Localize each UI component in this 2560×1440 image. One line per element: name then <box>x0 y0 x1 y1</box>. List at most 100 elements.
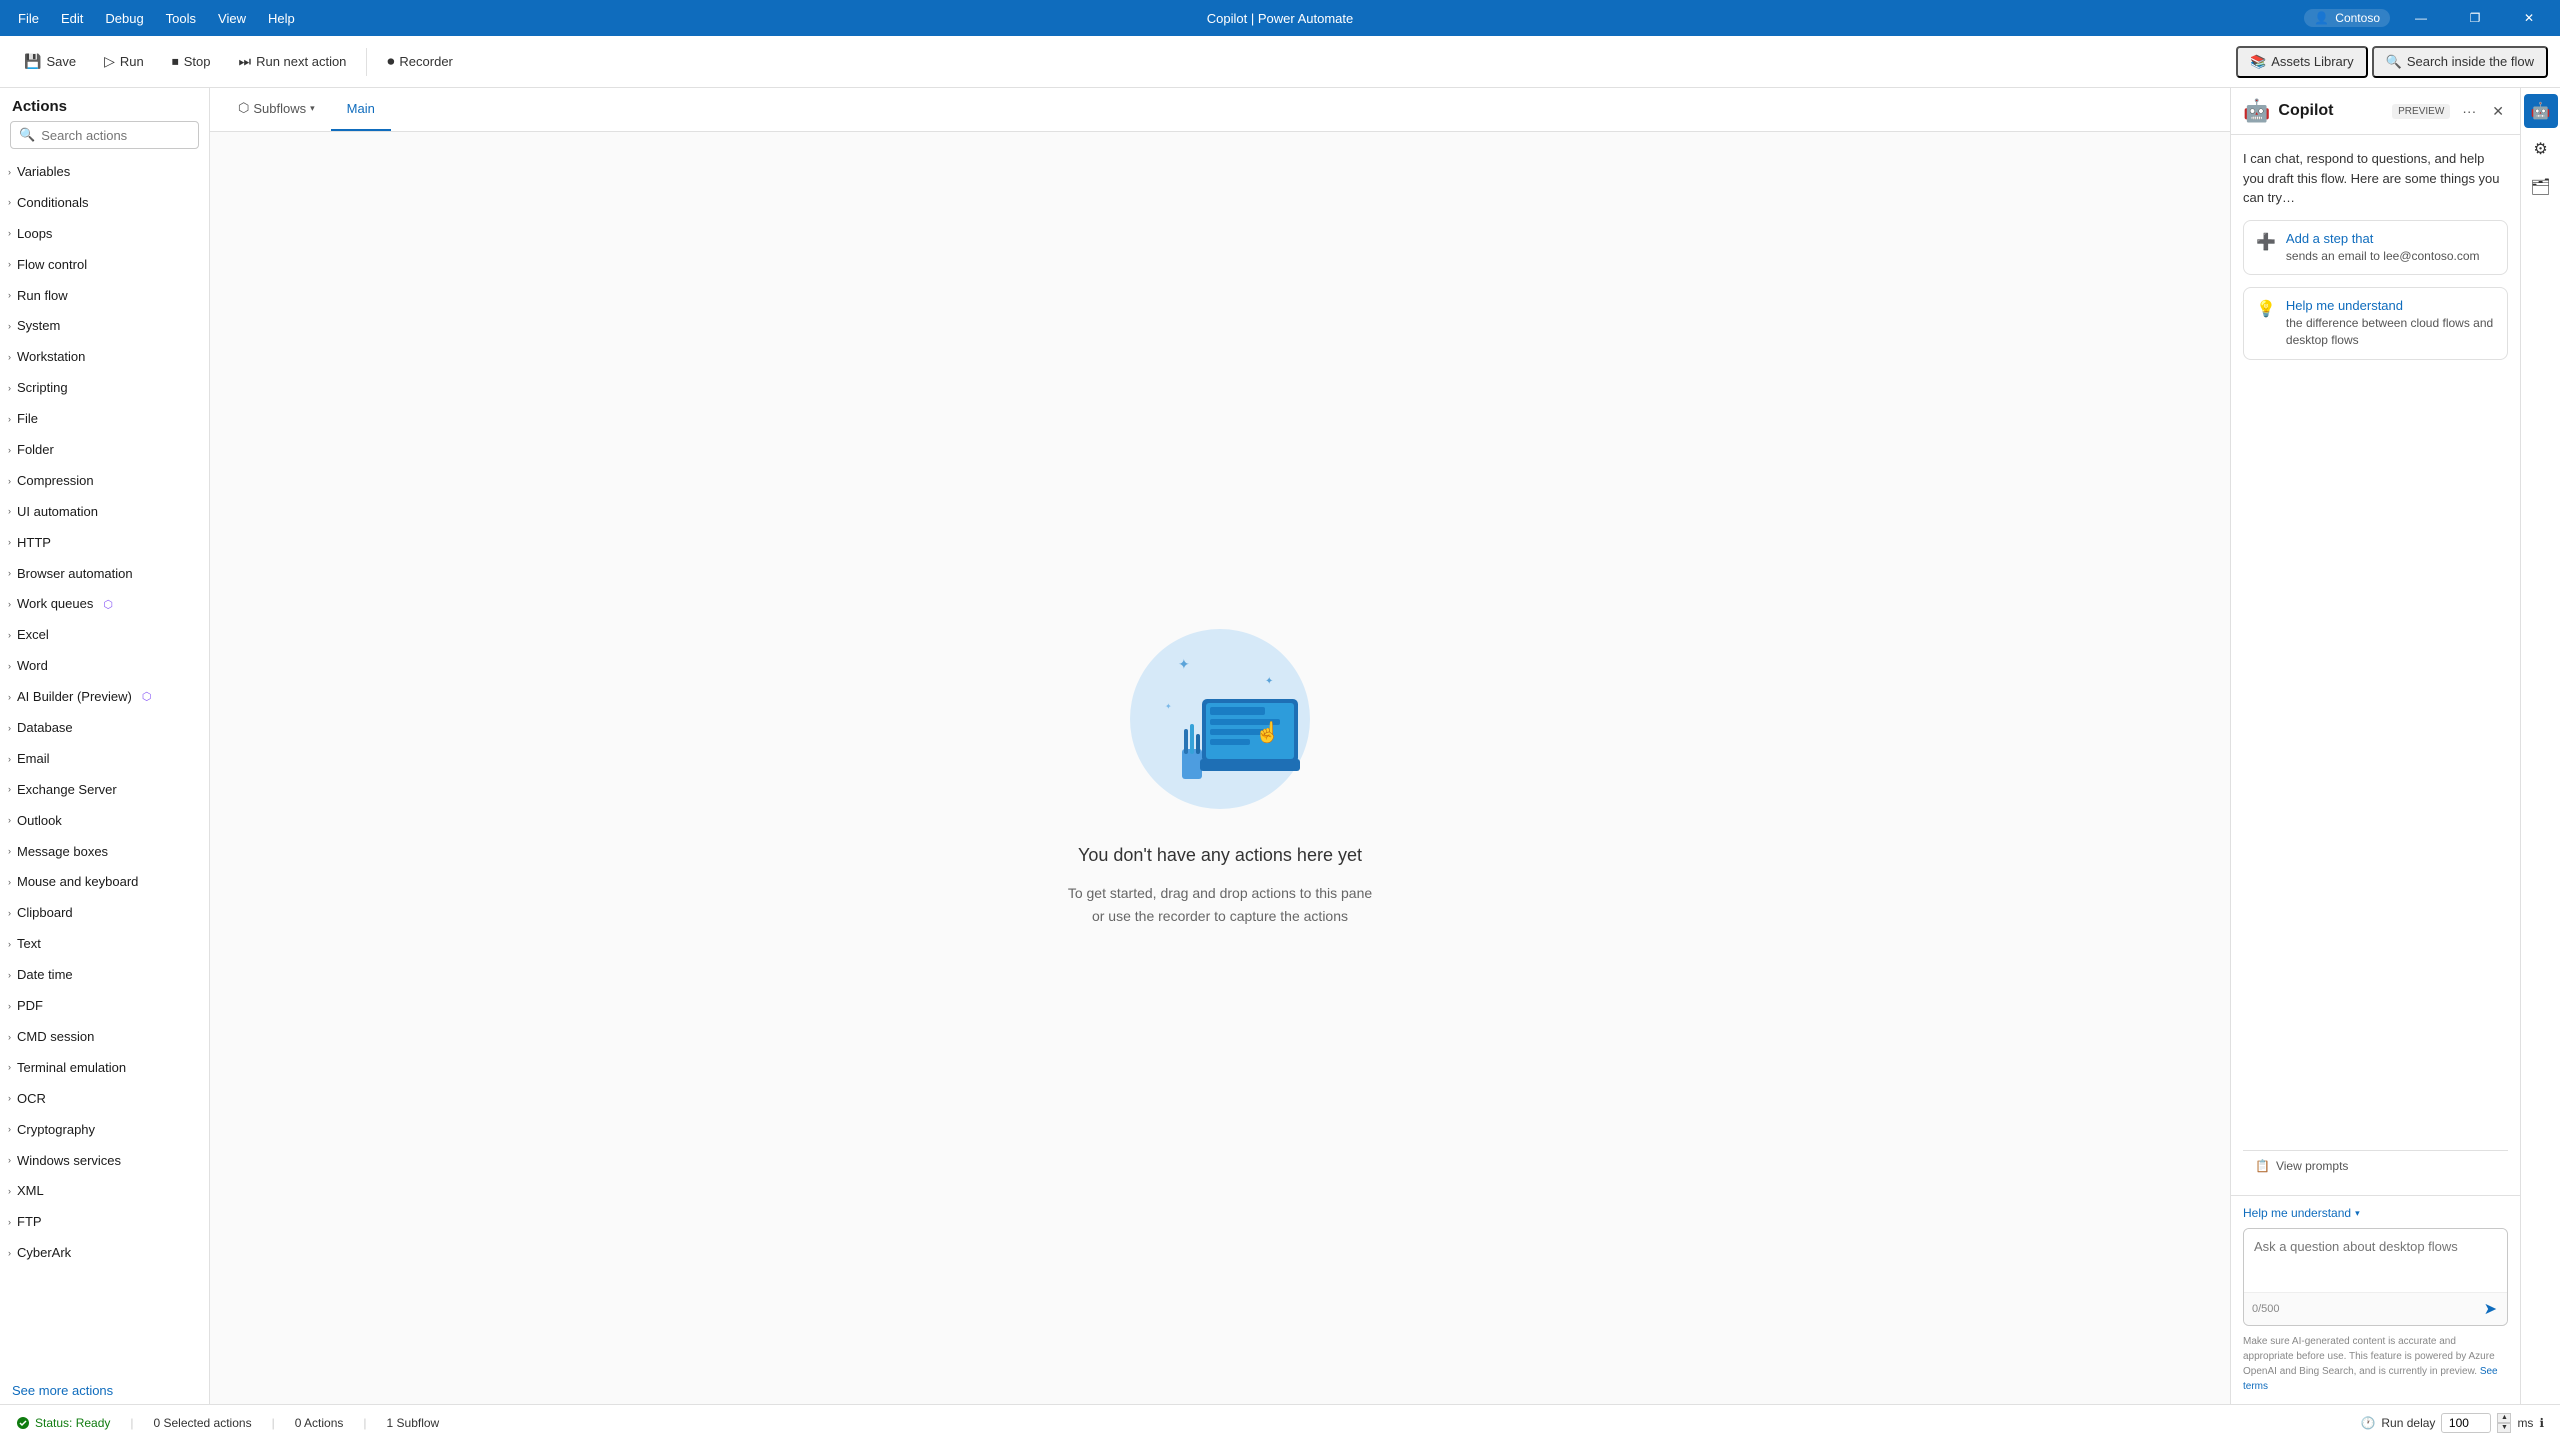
run-delay-down-button[interactable]: ▼ <box>2497 1423 2511 1433</box>
action-item-outlook[interactable]: ›Outlook <box>0 806 209 837</box>
prompts-icon: 📋 <box>2255 1159 2270 1173</box>
search-actions-input[interactable] <box>41 128 217 143</box>
see-more-actions-link[interactable]: See more actions <box>0 1377 209 1404</box>
subflows-tab[interactable]: ⬡ Subflows ▾ <box>222 88 331 131</box>
action-chevron-icon: › <box>8 321 11 333</box>
view-prompts-button[interactable]: 📋 View prompts <box>2243 1150 2508 1181</box>
main-tab[interactable]: Main <box>331 88 391 131</box>
save-button[interactable]: 💾 Save <box>12 47 88 76</box>
run-delay-unit: ms <box>2517 1416 2533 1430</box>
copilot-intro-text: I can chat, respond to questions, and he… <box>2243 149 2508 208</box>
action-item-ui-automation[interactable]: ›UI automation <box>0 497 209 528</box>
action-item-cmd-session[interactable]: ›CMD session <box>0 1022 209 1053</box>
disclaimer-text: Make sure AI-generated content is accura… <box>2243 1336 2495 1377</box>
run-delay-input[interactable] <box>2441 1413 2491 1433</box>
action-item-ai-builder-(preview)[interactable]: ›AI Builder (Preview)⬡ <box>0 682 209 713</box>
action-item-work-queues[interactable]: ›Work queues⬡ <box>0 589 209 620</box>
recorder-label: Recorder <box>399 54 452 69</box>
action-item-terminal-emulation[interactable]: ›Terminal emulation <box>0 1053 209 1084</box>
assets-library-button[interactable]: 📚 Assets Library <box>2236 46 2368 78</box>
ui-elements-sidebar-button[interactable]: 🗂 <box>2524 170 2558 204</box>
action-item-http[interactable]: ›HTTP <box>0 528 209 559</box>
action-item-system[interactable]: ›System <box>0 311 209 342</box>
action-label: PDF <box>17 998 43 1015</box>
action-label: Word <box>17 658 48 675</box>
menu-tools[interactable]: Tools <box>156 7 206 30</box>
menu-edit[interactable]: Edit <box>51 7 93 30</box>
copilot-more-options-button[interactable]: ··· <box>2458 99 2480 123</box>
action-item-text[interactable]: ›Text <box>0 929 209 960</box>
action-item-message-boxes[interactable]: ›Message boxes <box>0 837 209 868</box>
recorder-button[interactable]: ⏺ Recorder <box>375 47 464 76</box>
copilot-context-selector[interactable]: Help me understand ▾ <box>2243 1206 2508 1220</box>
action-item-windows-services[interactable]: ›Windows services <box>0 1146 209 1177</box>
close-button[interactable]: ✕ <box>2506 0 2552 36</box>
action-item-compression[interactable]: ›Compression <box>0 466 209 497</box>
actions-count: 0 Actions <box>295 1416 344 1430</box>
action-item-folder[interactable]: ›Folder <box>0 435 209 466</box>
action-item-exchange-server[interactable]: ›Exchange Server <box>0 775 209 806</box>
action-item-run-flow[interactable]: ›Run flow <box>0 281 209 312</box>
action-item-mouse-and-keyboard[interactable]: ›Mouse and keyboard <box>0 867 209 898</box>
run-next-button[interactable]: ⏭ Run next action <box>226 47 358 76</box>
action-item-variables[interactable]: ›Variables <box>0 157 209 188</box>
search-inside-label: Search inside the flow <box>2407 54 2534 69</box>
menu-file[interactable]: File <box>8 7 49 30</box>
action-item-scripting[interactable]: ›Scripting <box>0 373 209 404</box>
copilot-suggestion-1[interactable]: ➕ Add a step that sends an email to lee@… <box>2243 220 2508 276</box>
copilot-close-button[interactable]: ✕ <box>2488 99 2508 124</box>
action-item-xml[interactable]: ›XML <box>0 1176 209 1207</box>
search-actions-box[interactable]: 🔍 <box>10 121 199 149</box>
search-inside-flow-button[interactable]: 🔍 Search inside the flow <box>2372 46 2548 78</box>
minimize-button[interactable]: — <box>2398 0 2444 36</box>
action-label: Folder <box>17 442 54 459</box>
empty-state-subtitle: To get started, drag and drop actions to… <box>1068 882 1372 927</box>
subflows-label: Subflows <box>253 101 306 116</box>
action-item-workstation[interactable]: ›Workstation <box>0 342 209 373</box>
action-item-excel[interactable]: ›Excel <box>0 620 209 651</box>
action-item-word[interactable]: ›Word <box>0 651 209 682</box>
run-delay-spinner[interactable]: ▲ ▼ <box>2497 1413 2511 1433</box>
action-item-file[interactable]: ›File <box>0 404 209 435</box>
copilot-chat-input[interactable] <box>2244 1229 2507 1289</box>
stop-button[interactable]: ⏹ Stop <box>160 47 223 76</box>
action-label: AI Builder (Preview) <box>17 689 132 706</box>
copilot-disclaimer: Make sure AI-generated content is accura… <box>2243 1334 2508 1394</box>
action-label: Windows services <box>17 1153 121 1170</box>
copilot-sidebar-button[interactable]: 🤖 <box>2524 94 2558 128</box>
action-item-cryptography[interactable]: ›Cryptography <box>0 1115 209 1146</box>
run-delay-info-icon: ℹ <box>2539 1416 2544 1430</box>
action-label: UI automation <box>17 504 98 521</box>
run-delay-group: 🕐 Run delay ▲ ▼ ms ℹ <box>2360 1413 2544 1433</box>
run-button[interactable]: ▷ Run <box>92 47 156 76</box>
run-delay-up-button[interactable]: ▲ <box>2497 1413 2511 1423</box>
action-item-email[interactable]: ›Email <box>0 744 209 775</box>
menu-view[interactable]: View <box>208 7 256 30</box>
copilot-panel: 🤖 Copilot PREVIEW ··· ✕ I can chat, resp… <box>2230 88 2520 1404</box>
action-chevron-icon: › <box>8 970 11 982</box>
canvas-empty-state: ✦ ✦ ✦ ✦ ✦ <box>210 132 2230 1404</box>
action-chevron-icon: › <box>8 846 11 858</box>
restore-button[interactable]: ❐ <box>2452 0 2498 36</box>
action-item-clipboard[interactable]: ›Clipboard <box>0 898 209 929</box>
suggestion-1-title: Add a step that <box>2286 231 2480 246</box>
action-item-browser-automation[interactable]: ›Browser automation <box>0 559 209 590</box>
action-chevron-icon: › <box>8 599 11 611</box>
suggestion-1-content: Add a step that sends an email to lee@co… <box>2286 231 2480 265</box>
menu-help[interactable]: Help <box>258 7 305 30</box>
action-item-ftp[interactable]: ›FTP <box>0 1207 209 1238</box>
settings-sidebar-button[interactable]: ⚙ <box>2524 132 2558 166</box>
menu-debug[interactable]: Debug <box>95 7 153 30</box>
action-item-pdf[interactable]: ›PDF <box>0 991 209 1022</box>
action-item-conditionals[interactable]: ›Conditionals <box>0 188 209 219</box>
send-message-button[interactable]: ➤ <box>2482 1297 2499 1321</box>
action-item-date-time[interactable]: ›Date time <box>0 960 209 991</box>
action-item-loops[interactable]: ›Loops <box>0 219 209 250</box>
action-item-database[interactable]: ›Database <box>0 713 209 744</box>
action-item-flow-control[interactable]: ›Flow control <box>0 250 209 281</box>
suggestion-add-icon: ➕ <box>2256 232 2276 252</box>
copilot-suggestion-2[interactable]: 💡 Help me understand the difference betw… <box>2243 287 2508 360</box>
action-item-ocr[interactable]: ›OCR <box>0 1084 209 1115</box>
user-account[interactable]: 👤 Contoso <box>2304 9 2390 27</box>
action-item-cyberark[interactable]: ›CyberArk <box>0 1238 209 1269</box>
